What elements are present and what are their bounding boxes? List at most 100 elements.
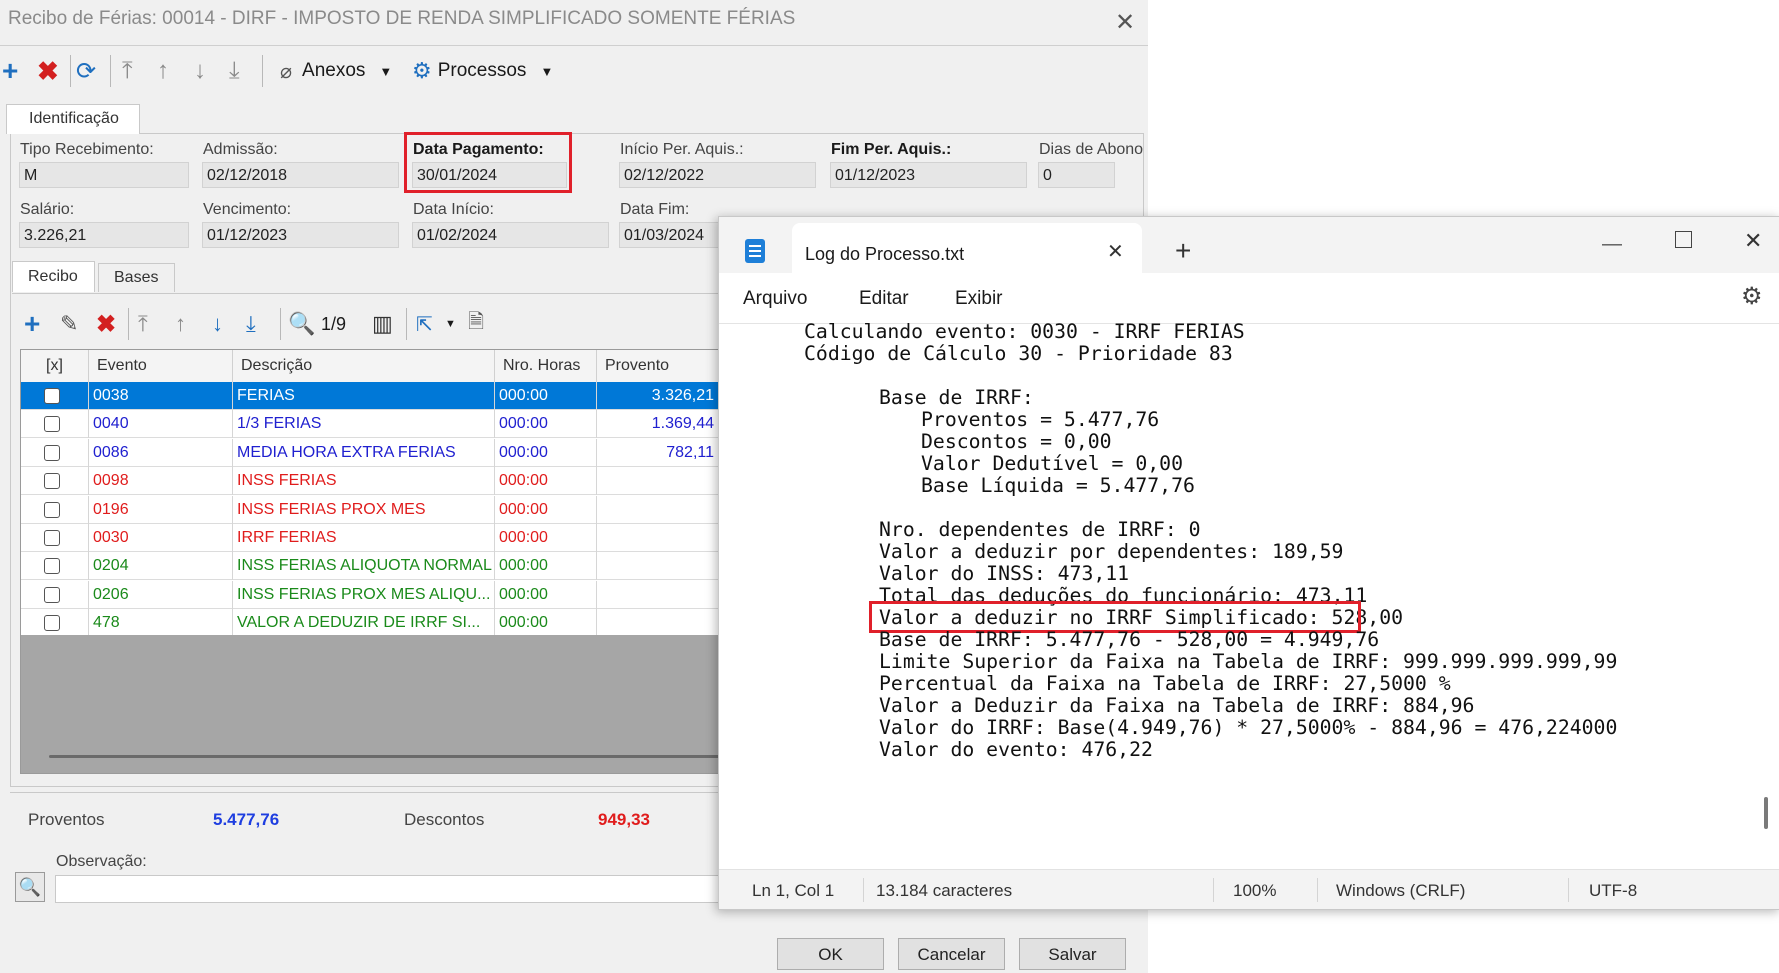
table-row[interactable]: 0038 FERIAS 000:00 3.326,21	[21, 382, 721, 410]
log-line: Base Líquida = 5.477,76	[921, 474, 1195, 497]
table-row[interactable]: 0030 IRRF FERIAS 000:00	[21, 524, 721, 552]
observacao-field[interactable]	[55, 875, 735, 903]
ok-button[interactable]: OK	[777, 938, 884, 970]
save-button[interactable]: Salvar	[1019, 938, 1126, 970]
close-tab-icon[interactable]: ✕	[1107, 239, 1124, 264]
column-header-check[interactable]: [x]	[21, 350, 89, 382]
dias-abono-field[interactable]: 0	[1038, 162, 1115, 188]
status-zoom: 100%	[1233, 881, 1277, 900]
row-checkbox[interactable]	[44, 501, 60, 518]
add-icon[interactable]: +	[2, 55, 18, 87]
move-first-icon[interactable]: ⤒	[138, 308, 148, 340]
row-checkbox[interactable]	[44, 444, 60, 461]
tipo-recebimento-field[interactable]: M	[19, 162, 189, 188]
new-tab-icon[interactable]: +	[1175, 235, 1191, 267]
salario-field[interactable]: 3.226,21	[19, 222, 189, 248]
table-row[interactable]: 0206 INSS FERIAS PROX MES ALIQU... 000:00	[21, 580, 721, 609]
export-icon[interactable]: ⇱	[416, 308, 433, 340]
row-checkbox[interactable]	[44, 615, 60, 632]
status-separator	[863, 878, 864, 902]
edit-pencil-icon[interactable]: ✎	[60, 308, 78, 340]
cell-provento	[597, 609, 721, 638]
row-checkbox[interactable]	[44, 558, 60, 575]
log-line: Código de Cálculo 30 - Prioridade 83	[804, 342, 1233, 365]
tab-recibo[interactable]: Recibo	[12, 261, 95, 292]
cell-descricao: MEDIA HORA EXTRA FERIAS	[233, 438, 495, 467]
add-row-icon[interactable]: +	[24, 308, 40, 340]
refresh-icon[interactable]: ⟳	[76, 55, 96, 87]
menu-editar[interactable]: Editar	[859, 288, 909, 310]
move-last-icon[interactable]: ⤓	[246, 308, 256, 340]
descontos-total-label: Descontos	[404, 810, 485, 829]
cell-provento	[597, 495, 721, 524]
close-window-icon[interactable]: ✕	[1744, 228, 1762, 254]
move-down-icon[interactable]: ↓	[212, 308, 223, 340]
delete-icon[interactable]: ✖	[37, 55, 59, 87]
cell-horas: 000:00	[495, 467, 597, 496]
move-up-icon[interactable]: ↑	[157, 55, 169, 87]
cell-provento	[597, 524, 721, 552]
table-row[interactable]: 0040 1/3 FERIAS 000:00 1.369,44	[21, 410, 721, 439]
move-first-icon[interactable]: ⤒	[122, 55, 133, 87]
cell-provento	[597, 580, 721, 609]
cell-evento: 0040	[89, 410, 233, 439]
toolbar-separator	[406, 308, 407, 340]
move-down-icon[interactable]: ↓	[194, 55, 206, 87]
cancel-button[interactable]: Cancelar	[898, 938, 1005, 970]
minimize-icon[interactable]: —	[1602, 233, 1622, 256]
status-separator	[1213, 878, 1214, 902]
cell-evento: 0204	[89, 552, 233, 581]
row-checkbox[interactable]	[44, 473, 60, 490]
row-checkbox-cell	[21, 580, 89, 609]
horizontal-scrollbar[interactable]	[49, 755, 721, 758]
close-icon[interactable]: ✕	[1115, 8, 1135, 37]
cell-descricao: INSS FERIAS PROX MES ALIQU...	[233, 580, 495, 609]
settings-gear-icon[interactable]: ⚙	[1741, 282, 1763, 311]
row-checkbox[interactable]	[44, 388, 60, 404]
column-header-horas[interactable]: Nro. Horas	[495, 350, 597, 382]
vertical-scrollbar[interactable]	[1764, 797, 1768, 829]
row-checkbox[interactable]	[44, 586, 60, 603]
proventos-total-label: Proventos	[28, 810, 105, 829]
vencimento-field[interactable]: 01/12/2023	[202, 222, 399, 248]
menu-arquivo[interactable]: Arquivo	[743, 288, 807, 310]
cell-provento: 782,11	[597, 438, 721, 467]
magnifier-document-icon[interactable]: 🔍	[15, 872, 45, 902]
table-row[interactable]: 0086 MEDIA HORA EXTRA FERIAS 000:00 782,11	[21, 438, 721, 467]
table-row[interactable]: 478 VALOR A DEDUZIR DE IRRF SI... 000:00	[21, 609, 721, 638]
processes-button[interactable]: ⚙ Processos ▼	[412, 55, 553, 87]
observacao-label: Observação:	[56, 853, 147, 870]
tab-identification[interactable]: Identificação	[6, 104, 140, 134]
row-checkbox[interactable]	[44, 416, 60, 433]
delete-row-icon[interactable]: ✖	[96, 308, 116, 340]
admissao-field[interactable]: 02/12/2018	[202, 162, 399, 188]
table-row[interactable]: 0098 INSS FERIAS 000:00	[21, 467, 721, 496]
notepad-menubar: Arquivo Editar Exibir ⚙	[719, 273, 1779, 324]
search-icon[interactable]: 🔍	[288, 308, 315, 340]
row-checkbox[interactable]	[44, 530, 60, 546]
tab-bases[interactable]: Bases	[98, 263, 176, 292]
table-row[interactable]: 0196 INSS FERIAS PROX MES 000:00	[21, 495, 721, 524]
column-header-descricao[interactable]: Descrição	[233, 350, 495, 382]
move-last-icon[interactable]: ⤓	[229, 55, 240, 87]
columns-icon[interactable]: ▥	[372, 308, 393, 340]
data-inicio-field[interactable]: 01/02/2024	[412, 222, 609, 248]
data-inicio-label: Data Início:	[413, 201, 494, 218]
move-up-icon[interactable]: ↑	[175, 308, 186, 340]
fim-per-aquis-field[interactable]: 01/12/2023	[830, 162, 1027, 188]
maximize-icon[interactable]	[1675, 231, 1692, 248]
cell-horas: 000:00	[495, 382, 597, 410]
menu-exibir[interactable]: Exibir	[955, 288, 1003, 310]
cell-provento	[597, 552, 721, 581]
document-icon[interactable]: 🗎	[468, 308, 484, 340]
notepad-text-area[interactable]: Calculando evento: 0030 - IRRF FERIAS Cód…	[719, 320, 1759, 869]
cell-descricao: FERIAS	[233, 382, 495, 410]
cell-horas: 000:00	[495, 438, 597, 467]
paperclip-icon: ⌀	[280, 60, 293, 83]
attachments-button[interactable]: ⌀ Anexos ▼	[280, 55, 392, 87]
dropdown-arrow-icon[interactable]: ▼	[445, 308, 456, 340]
inicio-per-aquis-field[interactable]: 02/12/2022	[619, 162, 816, 188]
table-row[interactable]: 0204 INSS FERIAS ALIQUOTA NORMAL 000:00	[21, 552, 721, 581]
column-header-evento[interactable]: Evento	[89, 350, 233, 382]
column-header-provento[interactable]: Provento	[597, 350, 721, 382]
